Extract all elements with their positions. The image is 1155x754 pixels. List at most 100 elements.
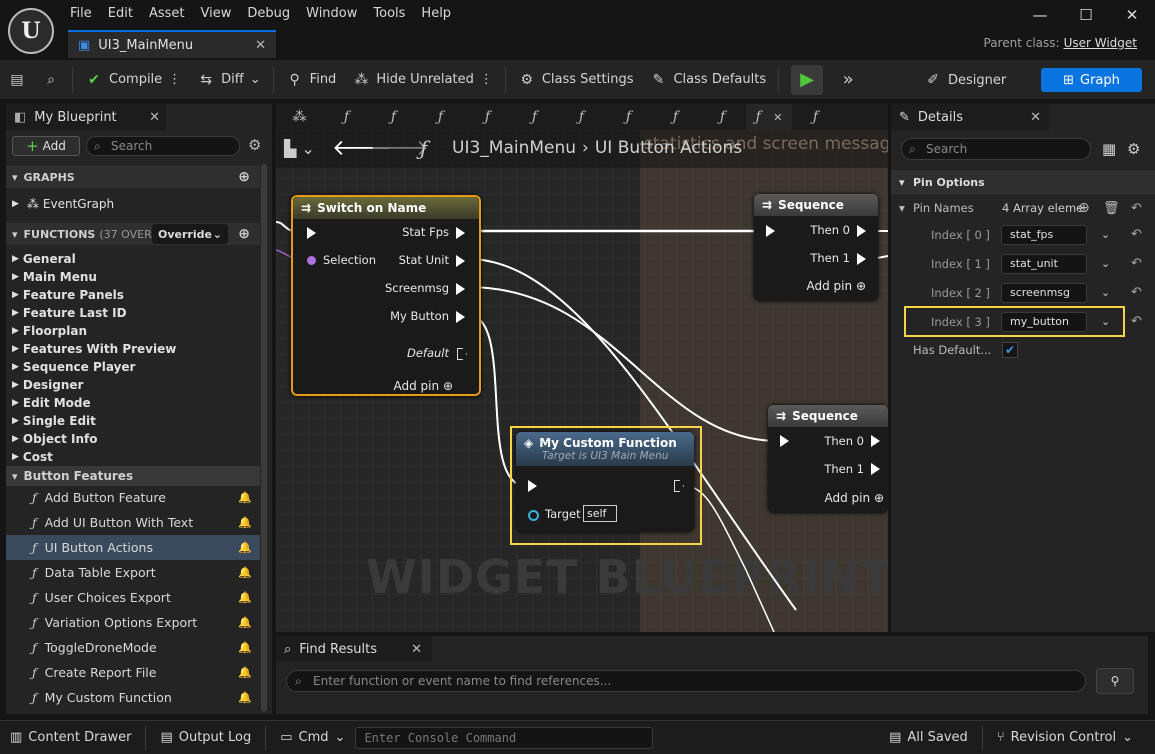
sequence-node[interactable]: ⇉ Sequence Then 0 Then 1 Add pin ⊕ <box>754 194 878 301</box>
add-button[interactable]: + Add <box>12 136 80 156</box>
exec-in-pin[interactable] <box>780 435 789 447</box>
my-button-pin[interactable] <box>456 311 465 323</box>
search-input[interactable]: ⌕ Search <box>86 136 240 156</box>
exec-in-pin[interactable] <box>307 227 316 239</box>
category-item[interactable]: ▶ Main Menu <box>6 268 260 286</box>
menu-help[interactable]: Help <box>413 0 459 28</box>
add-pin-button[interactable]: Add pin ⊕ <box>825 491 885 505</box>
then-0-pin[interactable] <box>857 225 866 237</box>
output-log-button[interactable]: ▤ Output Log <box>150 721 261 754</box>
function-item[interactable]: ƒ Create Report File 🔔 <box>6 660 260 685</box>
class-defaults-button[interactable]: ✎ Class Defaults <box>641 60 774 100</box>
stat-fps-pin[interactable] <box>456 227 465 239</box>
function-tab[interactable]: ƒ <box>511 104 558 130</box>
close-window-icon[interactable]: ✕ <box>1109 0 1155 30</box>
settings-icon[interactable]: ⚙ <box>248 136 261 154</box>
details-tab[interactable]: ✎ Details ✕ <box>891 104 1049 130</box>
graphs-header[interactable]: ▾ GRAPHS ⊕ <box>6 166 260 188</box>
console-input[interactable]: Enter Console Command <box>355 726 654 749</box>
my-blueprint-tab[interactable]: ◧ My Blueprint ✕ <box>6 104 166 130</box>
settings-icon[interactable]: ⚙ <box>1127 140 1140 158</box>
close-icon[interactable]: ✕ <box>149 110 160 125</box>
has-default-checkbox[interactable]: ✔ <box>1002 342 1018 358</box>
browse-button[interactable]: ⌕ <box>34 60 68 100</box>
sequence-node[interactable]: ⇉ Sequence Then 0 Then 1 Add pin ⊕ <box>768 405 888 513</box>
function-item[interactable]: ƒ User Choices Export 🔔 <box>6 585 260 610</box>
function-tab[interactable]: ƒ <box>464 104 511 130</box>
switch-on-name-node[interactable]: ⇉ Switch on Name Selection Stat Fps Stat … <box>291 195 481 396</box>
chevron-down-icon[interactable]: ⌄ <box>1101 257 1110 270</box>
hide-unrelated-button[interactable]: ⁂ Hide Unrelated ⋮ <box>344 60 501 100</box>
category-item[interactable]: ▶ Designer <box>6 376 260 394</box>
function-tab-active[interactable]: ƒ ✕ <box>746 103 792 131</box>
category-item[interactable]: ▶ General <box>6 250 260 268</box>
document-tab[interactable]: ▣ UI3_MainMenu ✕ <box>68 30 276 58</box>
pin-options-header[interactable]: ▾ Pin Options <box>891 170 1155 194</box>
event-graph-item[interactable]: ▶ ⁂ EventGraph <box>6 195 260 213</box>
graph-canvas[interactable]: statistics and screen messages ▙ ⌄ 🡐 🡒 ƒ… <box>276 130 888 632</box>
more-icon[interactable]: ⋮ <box>480 72 493 87</box>
chevron-down-icon[interactable]: ⌄ <box>1101 286 1110 299</box>
save-button[interactable]: ▤ <box>0 60 34 100</box>
graph-button[interactable]: ⊞ Graph <box>1041 68 1142 92</box>
add-function-icon[interactable]: ⊕ <box>238 226 250 242</box>
function-tab[interactable]: ƒ <box>558 104 605 130</box>
menu-edit[interactable]: Edit <box>100 0 141 28</box>
revision-control-button[interactable]: ⑂ Revision Control ⌄ <box>987 721 1143 754</box>
category-item[interactable]: ▶ Object Info <box>6 430 260 448</box>
expand-icon[interactable]: ▾ <box>899 201 905 215</box>
stat-unit-pin[interactable] <box>456 255 465 267</box>
function-item[interactable]: ƒ My Custom Function 🔔 <box>6 685 260 710</box>
category-item[interactable]: ▶ Feature Last ID <box>6 304 260 322</box>
cmd-dropdown[interactable]: ▭ Cmd ⌄ <box>270 721 355 754</box>
chevron-down-icon[interactable]: ⌄ <box>1101 228 1110 241</box>
function-item[interactable]: ƒ Variation Options Export 🔔 <box>6 610 260 635</box>
screenmsg-pin[interactable] <box>456 283 465 295</box>
add-element-icon[interactable]: ⊕ <box>1078 200 1090 216</box>
then-1-pin[interactable] <box>871 463 880 475</box>
selection-pin[interactable] <box>307 256 316 265</box>
maximize-icon[interactable]: ☐ <box>1063 0 1109 30</box>
function-item[interactable]: ƒ Data Table Export 🔔 <box>6 560 260 585</box>
table-view-icon[interactable]: ▦ <box>1102 140 1116 158</box>
function-item[interactable]: ƒ ToggleDroneMode 🔔 <box>6 635 260 660</box>
menu-debug[interactable]: Debug <box>239 0 298 28</box>
category-item[interactable]: ▶ Cost <box>6 448 260 466</box>
content-drawer-button[interactable]: ▥ Content Drawer <box>0 721 141 754</box>
add-pin-button[interactable]: Add pin ⊕ <box>394 379 454 393</box>
more-icon[interactable]: ⋮ <box>168 72 181 87</box>
function-tab[interactable]: ƒ <box>605 104 652 130</box>
close-icon[interactable]: ✕ <box>255 38 266 53</box>
function-tab[interactable]: ƒ <box>792 104 839 130</box>
close-icon[interactable]: ✕ <box>411 642 422 657</box>
close-icon[interactable]: ✕ <box>1030 110 1041 125</box>
category-item[interactable]: ▶ Floorplan <box>6 322 260 340</box>
parent-class-link[interactable]: User Widget <box>1064 36 1137 50</box>
category-item[interactable]: ▶ Sequence Player <box>6 358 260 376</box>
menu-window[interactable]: Window <box>298 0 365 28</box>
all-saved-button[interactable]: ▤ All Saved <box>879 721 978 754</box>
close-icon[interactable]: ✕ <box>773 111 782 124</box>
function-tab[interactable]: ƒ <box>652 104 699 130</box>
trash-icon[interactable]: 🗑 <box>1103 201 1120 216</box>
find-results-tab[interactable]: ⌕ Find Results ✕ <box>276 636 432 662</box>
reset-icon[interactable]: ↶ <box>1131 227 1142 242</box>
then-1-pin[interactable] <box>857 253 866 265</box>
then-0-pin[interactable] <box>871 435 880 447</box>
find-input[interactable]: ⌕ Enter function or event name to find re… <box>286 670 1086 692</box>
menu-view[interactable]: View <box>193 0 240 28</box>
override-dropdown[interactable]: Override ⌄ <box>152 224 228 244</box>
function-item[interactable]: ƒ Add UI Button With Text 🔔 <box>6 510 260 535</box>
find-button[interactable]: ⚲ <box>1096 668 1134 694</box>
index-value-field[interactable]: stat_fps <box>1001 225 1087 245</box>
scrollbar[interactable] <box>261 164 267 712</box>
function-tab[interactable]: ƒ <box>370 104 417 130</box>
find-button[interactable]: ⚲ Find <box>278 60 345 100</box>
function-tab[interactable]: ƒ <box>323 104 370 130</box>
exec-in-pin[interactable] <box>766 225 775 237</box>
graph-tab-event[interactable]: ⁂ <box>276 104 323 130</box>
category-item[interactable]: ▶ Single Edit <box>6 412 260 430</box>
index-value-field[interactable]: screenmsg <box>1001 283 1087 303</box>
function-tab[interactable]: ƒ <box>417 104 464 130</box>
index-value-field[interactable]: stat_unit <box>1001 254 1087 274</box>
